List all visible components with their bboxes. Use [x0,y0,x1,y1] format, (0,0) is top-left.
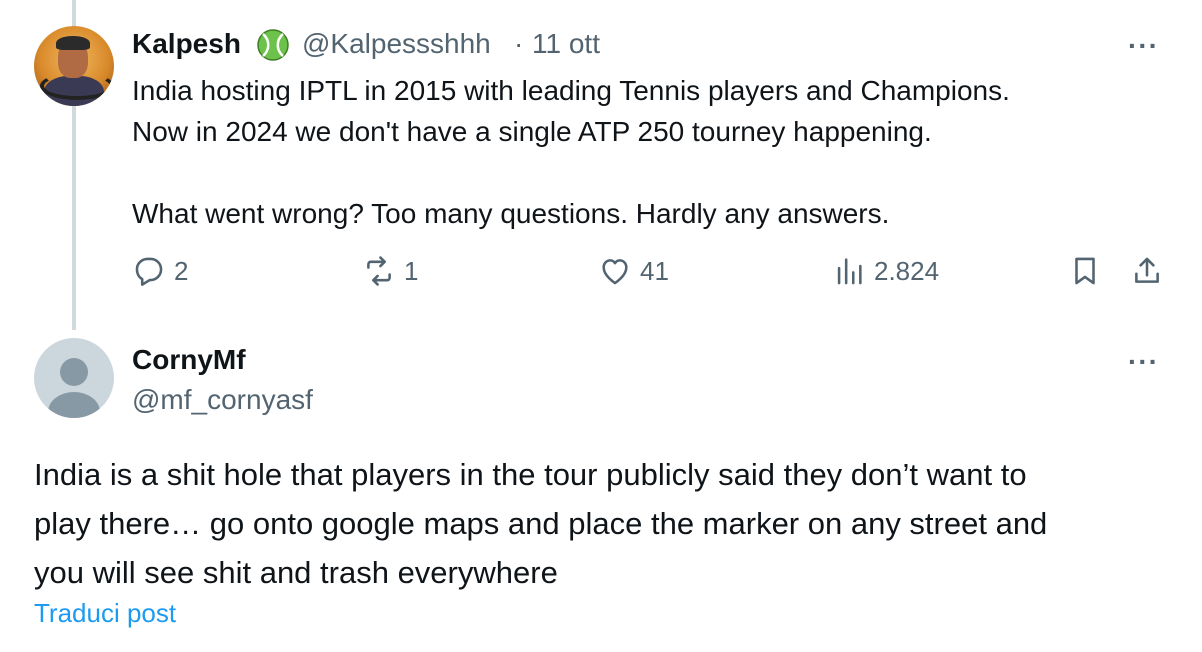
repost-button[interactable]: 1 [362,254,418,288]
reply-author-name[interactable]: CornyMf [132,344,246,376]
more-options-button[interactable]: ··· [1128,346,1159,378]
share-button[interactable] [1130,254,1164,288]
reply-text-line: you will see shit and trash everywhere [34,555,558,590]
like-icon [602,259,628,285]
reply-author-handle[interactable]: @mf_cornyasf [132,384,313,416]
reply-button[interactable]: 2 [132,254,188,288]
avatar[interactable] [34,26,114,106]
post-text-line: Now in 2024 we don't have a single ATP 2… [132,116,932,147]
post-date[interactable]: 11 ott [532,28,600,60]
reply-count: 2 [174,255,189,286]
share-icon [1135,257,1159,283]
default-avatar[interactable] [34,338,114,418]
post-text-line: What went wrong? Too many questions. Har… [132,198,890,229]
author-handle[interactable]: @Kalpessshhh [302,28,491,60]
views-button[interactable]: 2.824 [832,254,939,288]
repost-count: 1 [404,255,419,286]
reply-icon [135,257,163,286]
separator-dot: · [514,28,524,59]
repost-icon [367,256,391,286]
more-options-button[interactable]: ··· [1128,30,1159,62]
like-button[interactable]: 41 [598,254,669,288]
author-name[interactable]: Kalpesh [132,28,241,60]
reply-text-line: play there… go onto google maps and plac… [34,506,1048,541]
translate-post-link[interactable]: Traduci post [34,598,176,629]
reply-text-line: India is a shit hole that players in the… [34,457,1027,492]
views-icon [837,258,862,285]
bookmark-icon [1075,257,1095,285]
views-count: 2.824 [874,255,940,286]
like-count: 41 [640,255,669,286]
post-text: India hosting IPTL in 2015 with leading … [132,70,1132,234]
bookmark-button[interactable] [1068,254,1102,288]
tennis-ball-icon [257,29,289,61]
post-text-line: India hosting IPTL in 2015 with leading … [132,75,1010,106]
reply-text: India is a shit hole that players in the… [34,450,1184,597]
